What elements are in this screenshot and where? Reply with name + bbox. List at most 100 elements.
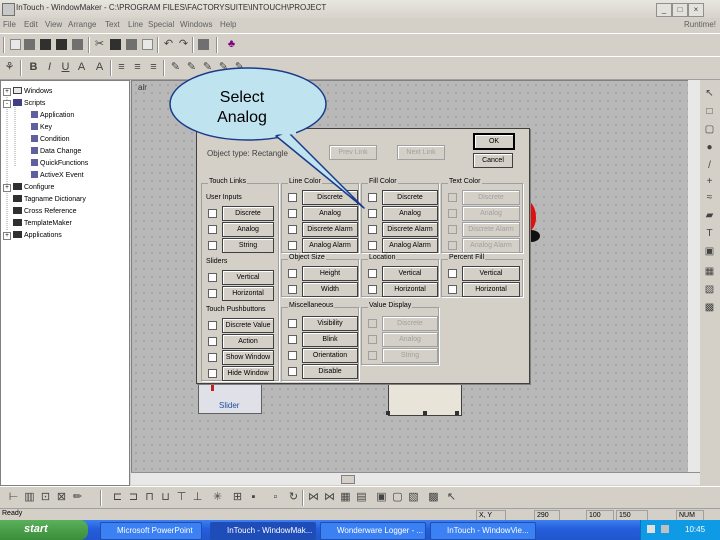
cut-icon[interactable]: ✂ <box>94 39 105 50</box>
action-button[interactable]: Action <box>222 334 274 349</box>
user-input-string-button[interactable]: String <box>222 238 274 253</box>
checkbox[interactable] <box>208 289 217 298</box>
checkbox[interactable] <box>288 193 297 202</box>
fill-color-discrete-alarm-button[interactable]: Discrete Alarm <box>382 222 438 237</box>
menu-help[interactable]: Help <box>220 20 236 29</box>
line-color-discrete-alarm-button[interactable]: Discrete Alarm <box>302 222 358 237</box>
layout-tool-icon[interactable]: ▥ <box>24 492 35 503</box>
width-button[interactable]: Width <box>302 282 358 297</box>
redo-icon[interactable]: ↷ <box>178 39 189 50</box>
text-tool-icon[interactable]: T <box>704 228 715 239</box>
menu-windows[interactable]: Windows <box>180 20 212 29</box>
checkbox[interactable] <box>208 241 217 250</box>
scroll-thumb[interactable] <box>341 475 355 484</box>
bring-front-icon[interactable]: ▫ <box>270 492 281 503</box>
tree-item-scripts[interactable]: - Scripts <box>3 99 45 108</box>
resize-handle[interactable] <box>455 411 459 415</box>
undo-icon[interactable]: ↶ <box>163 39 174 50</box>
open-icon[interactable] <box>24 39 35 50</box>
height-button[interactable]: Height <box>302 266 358 281</box>
line-color-analog-alarm-button[interactable]: Analog Alarm <box>302 238 358 253</box>
new-icon[interactable] <box>10 39 21 50</box>
polyline-tool-icon[interactable]: ≈ <box>704 192 715 203</box>
checkbox[interactable] <box>448 285 457 294</box>
runtime-button[interactable]: Runtime! <box>684 20 716 29</box>
resize-handle[interactable] <box>423 411 427 415</box>
unsmooth-icon[interactable]: ▧ <box>408 492 419 503</box>
send-back-icon[interactable]: ▪ <box>248 492 259 503</box>
maximize-button[interactable]: □ <box>672 3 688 17</box>
align-top-tool-icon[interactable]: ⊔ <box>160 492 171 503</box>
tree-item-cross-reference[interactable]: Cross Reference <box>13 207 77 215</box>
start-button[interactable]: start <box>0 520 88 540</box>
reshape-icon[interactable]: ▣ <box>376 492 387 503</box>
line-color-discrete-button[interactable]: Discrete <box>302 190 358 205</box>
prev-link-button[interactable]: Prev Link <box>329 145 377 160</box>
checkbox[interactable] <box>368 269 377 278</box>
button-tool-icon[interactable]: ▦ <box>704 266 715 277</box>
bitmap-tool-icon[interactable]: ▣ <box>704 246 715 257</box>
checkbox[interactable] <box>208 369 217 378</box>
align-bottom-tool-icon[interactable]: ⊥ <box>192 492 203 503</box>
line-tool-icon[interactable]: / <box>704 160 715 171</box>
volume-icon[interactable] <box>661 525 669 533</box>
checkbox[interactable] <box>288 209 297 218</box>
flip-v-icon[interactable]: ⋈ <box>324 492 335 503</box>
horizontal-scrollbar[interactable] <box>131 472 700 485</box>
tree-item-configure[interactable]: + Configure <box>3 183 54 192</box>
rectangle-tool-icon[interactable]: □ <box>704 106 715 117</box>
wizard-tool-icon[interactable]: ▩ <box>704 302 715 313</box>
minimize-button[interactable]: _ <box>656 3 672 17</box>
flip-h-icon[interactable]: ⋈ <box>308 492 319 503</box>
checkbox[interactable] <box>368 209 377 218</box>
orientation-button[interactable]: Orientation <box>302 348 358 363</box>
checkbox[interactable] <box>288 319 297 328</box>
user-input-discrete-button[interactable]: Discrete <box>222 206 274 221</box>
checkbox[interactable] <box>208 321 217 330</box>
menu-line[interactable]: Line <box>128 20 143 29</box>
visibility-button[interactable]: Visibility <box>302 316 358 331</box>
space-vertical-icon[interactable]: ⊞ <box>232 492 243 503</box>
align-right-tool-icon[interactable]: ⊓ <box>144 492 155 503</box>
tree-item-tagname-dictionary[interactable]: Tagname Dictionary <box>13 195 86 203</box>
rotate-icon[interactable]: ↻ <box>288 492 299 503</box>
resize-handle[interactable] <box>386 411 390 415</box>
font-size-icon[interactable]: A <box>94 62 105 73</box>
checkbox[interactable] <box>288 241 297 250</box>
checkbox[interactable] <box>208 353 217 362</box>
checkbox[interactable] <box>288 225 297 234</box>
checkbox[interactable] <box>288 269 297 278</box>
wizard-icon[interactable]: ♣ <box>226 39 237 50</box>
checkbox[interactable] <box>368 285 377 294</box>
tree-item-quickfunctions[interactable]: QuickFunctions <box>31 159 88 167</box>
checkbox[interactable] <box>208 337 217 346</box>
menu-file[interactable]: File <box>3 20 16 29</box>
smooth-icon[interactable]: ▢ <box>392 492 403 503</box>
discrete-value-button[interactable]: Discrete Value <box>222 318 274 333</box>
cancel-button[interactable]: Cancel <box>473 153 513 168</box>
bitmap-edit-icon[interactable]: ▩ <box>428 492 439 503</box>
selected-rectangle-object[interactable] <box>386 384 462 416</box>
tree-item-data-change[interactable]: Data Change <box>31 147 81 155</box>
copy-icon[interactable] <box>110 39 121 50</box>
close-window-icon[interactable] <box>72 39 83 50</box>
taskbar-logger[interactable]: Wonderware Logger - ... <box>320 522 426 540</box>
ungroup-tool-icon[interactable]: ⊠ <box>56 492 67 503</box>
checkbox[interactable] <box>288 351 297 360</box>
tree-item-application[interactable]: Application <box>31 111 74 119</box>
italic-icon[interactable]: I <box>44 62 55 73</box>
space-horizontal-icon[interactable]: ✳ <box>212 492 223 503</box>
font-icon[interactable]: A <box>76 62 87 73</box>
menu-arrange[interactable]: Arrange <box>68 20 96 29</box>
paste-icon[interactable] <box>126 39 137 50</box>
checkbox[interactable] <box>288 285 297 294</box>
menu-edit[interactable]: Edit <box>24 20 38 29</box>
fill-color-discrete-button[interactable]: Discrete <box>382 190 438 205</box>
pointer-icon[interactable]: ↖ <box>446 492 457 503</box>
checkbox[interactable] <box>368 225 377 234</box>
pencil-tool-icon[interactable]: ✏ <box>72 492 83 503</box>
snap-icon[interactable]: ⚘ <box>4 62 15 73</box>
taskbar-windowmaker[interactable]: InTouch - WindowMak... <box>210 522 316 540</box>
checkbox[interactable] <box>208 225 217 234</box>
break-cell-icon[interactable]: ▤ <box>356 492 367 503</box>
